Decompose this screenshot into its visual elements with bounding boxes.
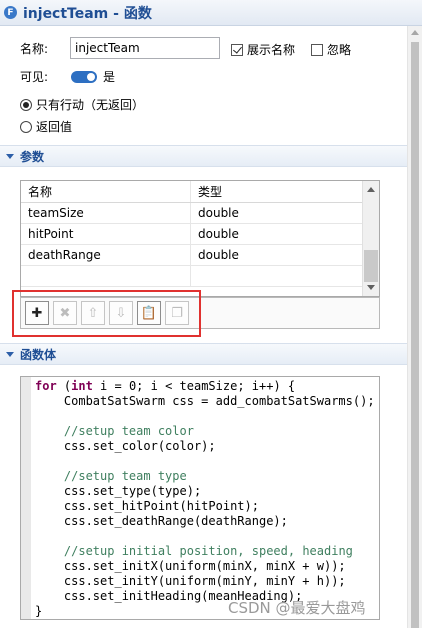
- ignore-checkbox[interactable]: 忽略: [311, 41, 351, 58]
- visible-label: 可见:: [20, 70, 49, 84]
- params-section-header[interactable]: 参数: [0, 145, 407, 167]
- radio-return-value-label: 返回值: [36, 120, 73, 134]
- table-row[interactable]: teamSize double: [21, 203, 379, 224]
- param-name-cell[interactable]: [21, 266, 191, 287]
- column-header-type[interactable]: 类型: [191, 181, 363, 202]
- code-text[interactable]: for (int i = 0; i < teamSize; i++) { Com…: [35, 379, 375, 619]
- code-line[interactable]: CombatSatSwarm css = add_combatSatSwarms…: [35, 394, 375, 408]
- scroll-up-arrow-icon[interactable]: [411, 30, 419, 35]
- collapse-triangle-icon[interactable]: [6, 153, 14, 159]
- page-title: injectTeam - 函数: [23, 5, 152, 22]
- radio-return-value[interactable]: 返回值: [20, 118, 72, 135]
- checkbox-unchecked-icon[interactable]: [311, 43, 323, 56]
- table-scroll-up-icon[interactable]: [367, 187, 375, 192]
- table-row[interactable]: deathRange double: [21, 245, 379, 266]
- body-section-header[interactable]: 函数体: [0, 343, 407, 365]
- code-line[interactable]: //setup team color: [35, 424, 194, 438]
- params-table: 名称 类型 teamSize double hitPoint double de…: [20, 180, 380, 297]
- function-icon: F: [4, 6, 17, 19]
- param-type-cell[interactable]: [191, 266, 363, 287]
- show-name-checkbox[interactable]: 展示名称: [231, 41, 295, 58]
- param-type-cell[interactable]: double: [191, 203, 363, 224]
- checkbox-checked-icon[interactable]: [231, 43, 243, 56]
- visible-value: 是: [103, 70, 116, 84]
- highlight-box: [12, 290, 201, 337]
- code-line[interactable]: css.set_type(type);: [35, 484, 201, 498]
- code-line[interactable]: css.set_initX(uniform(minX, minX + w));: [35, 559, 346, 573]
- table-header: 名称 类型: [21, 181, 379, 203]
- code-editor[interactable]: for (int i = 0; i < teamSize; i++) { Com…: [20, 376, 380, 620]
- params-section-title: 参数: [20, 149, 45, 164]
- code-line[interactable]: css.set_hitPoint(hitPoint);: [35, 499, 259, 513]
- table-row[interactable]: [21, 266, 379, 287]
- param-name-cell[interactable]: hitPoint: [21, 224, 191, 245]
- scrollbar-thumb[interactable]: [411, 42, 419, 628]
- param-name-cell[interactable]: teamSize: [21, 203, 191, 224]
- code-line[interactable]: css.set_initY(uniform(minY, minY + h));: [35, 574, 346, 588]
- show-name-label: 展示名称: [247, 43, 296, 57]
- visible-toggle[interactable]: 是: [71, 68, 115, 85]
- radio-unselected-icon[interactable]: [20, 120, 32, 133]
- name-label: 名称:: [20, 42, 49, 56]
- collapse-triangle-icon[interactable]: [6, 351, 14, 357]
- radio-action-only-label: 只有行动（无返回）: [36, 98, 145, 112]
- editor-header: F injectTeam - 函数: [0, 0, 422, 26]
- param-type-cell[interactable]: double: [191, 245, 363, 266]
- param-type-cell[interactable]: double: [191, 224, 363, 245]
- code-line[interactable]: //setup team type: [35, 469, 187, 483]
- name-input[interactable]: [70, 37, 220, 59]
- code-line[interactable]: }: [35, 604, 42, 618]
- body-section-title: 函数体: [20, 347, 57, 362]
- code-line[interactable]: for (int i = 0; i < teamSize; i++) {: [35, 379, 295, 393]
- watermark: CSDN @最爱大盘鸡: [228, 599, 366, 617]
- radio-action-only[interactable]: 只有行动（无返回）: [20, 96, 144, 113]
- table-scrollbar[interactable]: [362, 181, 379, 296]
- code-gutter: [21, 377, 31, 619]
- column-header-name[interactable]: 名称: [21, 181, 191, 202]
- param-name-cell[interactable]: deathRange: [21, 245, 191, 266]
- panel-scrollbar[interactable]: [407, 26, 422, 628]
- code-line[interactable]: css.set_color(color);: [35, 439, 216, 453]
- code-line[interactable]: //setup initial position, speed, heading: [35, 544, 353, 558]
- table-scrollbar-thumb[interactable]: [364, 250, 378, 282]
- code-line[interactable]: css.set_deathRange(deathRange);: [35, 514, 288, 528]
- table-scroll-down-icon[interactable]: [367, 285, 375, 290]
- toggle-switch-icon[interactable]: [71, 70, 97, 83]
- ignore-label: 忽略: [327, 43, 352, 57]
- radio-selected-icon[interactable]: [20, 98, 32, 111]
- table-row[interactable]: hitPoint double: [21, 224, 379, 245]
